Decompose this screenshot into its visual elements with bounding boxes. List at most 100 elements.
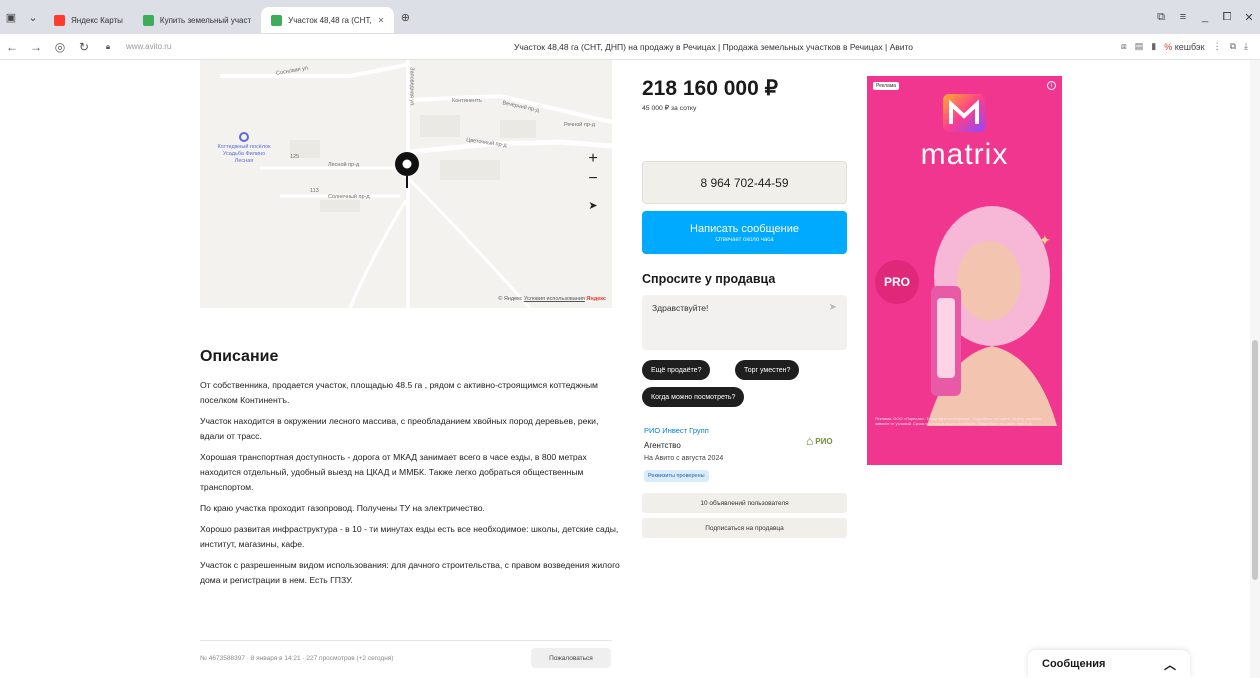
- back-icon[interactable]: ←: [0, 35, 24, 59]
- cashback-label: кешбэк: [1174, 41, 1205, 52]
- tab-label: Участок 48,48 га (СНТ,: [288, 15, 372, 25]
- tab-yandex-maps[interactable]: Яндекс Карты: [44, 7, 133, 33]
- lock-icon: 🔒︎: [105, 41, 111, 51]
- tab-label: Купить земельный участ: [159, 15, 252, 25]
- pro-badge: PRO: [875, 260, 919, 304]
- menu-icon[interactable]: ≡: [1172, 7, 1194, 27]
- map-attribution: © Яндекс Условия использования Яндекс: [498, 296, 606, 302]
- extension-icon[interactable]: ⧈: [1121, 41, 1127, 52]
- forward-icon[interactable]: →: [24, 35, 48, 59]
- write-message-button[interactable]: Написать сообщение Отвечает около часа: [642, 211, 847, 254]
- response-time-label: Отвечает около часа: [715, 236, 774, 243]
- description-paragraph: Хорошо развитая инфраструктура - в 10 - …: [200, 524, 619, 549]
- avito-favicon-icon: [142, 14, 154, 26]
- info-icon[interactable]: i: [1047, 81, 1056, 90]
- tab-buy-land[interactable]: Купить земельный участ: [133, 7, 261, 33]
- quick-question-chip[interactable]: Когда можно посмотреть?: [642, 387, 745, 407]
- ad-brand-text: matrix: [920, 138, 1009, 171]
- seller-name-link[interactable]: РИО Инвест Групп: [644, 426, 709, 435]
- ad-model-illustration: [927, 206, 1057, 426]
- tab-current-listing[interactable]: Участок 48,48 га (СНТ, ✕: [261, 7, 395, 33]
- zoom-in-button[interactable]: +: [582, 148, 604, 170]
- listing-meta: № 4673588397 · 8 января в 14:21 · 227 пр…: [200, 655, 394, 662]
- map-poi-icon: [239, 132, 249, 142]
- description-paragraph: Участок находится в окружении лесного ма…: [200, 416, 599, 441]
- browser-tabbar: ▣ ⌄ Яндекс Карты Купить земельный участ …: [0, 0, 1260, 34]
- quick-question-chip[interactable]: Торг уместен?: [735, 360, 800, 380]
- seller-ads-button[interactable]: 10 объявлений пользователя: [642, 493, 847, 513]
- map-house-number: 125: [290, 154, 300, 160]
- zoom-out-button[interactable]: −: [582, 168, 604, 190]
- ad-legal-text: Реклама. ООО «Лореаль». Товар зарегистри…: [875, 416, 1041, 426]
- tabs-dropdown-icon[interactable]: ⌄: [22, 7, 44, 27]
- map-terms-link[interactable]: Условия использования: [524, 296, 585, 302]
- page-content: Сосновая ул. Заповедная ул. Континентъ В…: [0, 60, 1260, 678]
- house-logo-icon: ⌂: [806, 434, 814, 448]
- quick-question-chip[interactable]: Ещё продаёте?: [642, 360, 711, 380]
- reload-icon[interactable]: ↻: [72, 35, 96, 59]
- complain-button[interactable]: Пожаловаться: [531, 648, 611, 668]
- scrollbar-thumb[interactable]: [1252, 340, 1258, 580]
- divider: [200, 640, 612, 641]
- price-per-unit: 45 000 ₽ за сотку: [642, 105, 697, 112]
- seller-type: Агентство: [644, 441, 681, 450]
- phone-button[interactable]: 8 964 702-44-59: [642, 161, 847, 204]
- messages-widget[interactable]: Сообщения ︿: [1028, 650, 1190, 678]
- map-street-label: Речной пр-д: [564, 122, 595, 128]
- bookmarks-icon[interactable]: ⧉: [1150, 7, 1172, 27]
- send-icon[interactable]: ➤: [829, 302, 837, 313]
- protect-icon[interactable]: ◎: [48, 35, 72, 59]
- download-icon[interactable]: ⤓: [1244, 41, 1248, 52]
- seller-logo-text: РИО: [815, 436, 833, 446]
- seller-since: На Авито с августа 2024: [644, 455, 724, 462]
- description-heading: Описание: [200, 348, 279, 365]
- restore-icon[interactable]: ⧠: [1216, 7, 1238, 27]
- subscribe-seller-button[interactable]: Подписаться на продавца: [642, 518, 847, 538]
- messages-label: Сообщения: [1042, 658, 1106, 670]
- map-house-number: 113: [310, 188, 319, 194]
- description-paragraph: Хорошая транспортная доступность - дорог…: [200, 452, 587, 492]
- ad-label: Реклама: [873, 82, 900, 90]
- map-attribution-prefix: © Яндекс: [498, 296, 523, 302]
- url-field[interactable]: www.avito.ru: [126, 42, 306, 51]
- chevron-up-icon[interactable]: ︿: [1164, 656, 1176, 673]
- reader-icon[interactable]: ▤: [1135, 41, 1144, 52]
- verified-badge: Реквизиты проверены: [644, 470, 709, 482]
- map-street-label: Континентъ: [452, 98, 482, 104]
- collections-icon[interactable]: ⧉: [1230, 41, 1236, 52]
- avito-favicon-icon: [271, 14, 283, 26]
- tab-close-icon[interactable]: ✕: [378, 16, 385, 25]
- tab-label: Яндекс Карты: [71, 15, 123, 25]
- ask-seller-heading: Спросите у продавца: [642, 272, 776, 286]
- cashback-button[interactable]: % кешбэк: [1164, 42, 1204, 52]
- sparkle-icon: ✦: [1039, 232, 1051, 248]
- new-tab-icon[interactable]: ⊕: [394, 7, 416, 27]
- map-street-label: Лесной пр-д: [328, 162, 360, 168]
- address-bar: ← → ◎ ↻ 🔒︎ www.avito.ru Участок 48,48 га…: [0, 34, 1260, 60]
- ask-seller-text: Здравствуйте!: [652, 303, 709, 313]
- ad-banner[interactable]: Реклама i matrix PRO ✦ Реклама. ООО «Лор…: [867, 76, 1062, 465]
- ask-seller-input[interactable]: Здравствуйте! ➤: [642, 295, 847, 350]
- price: 218 160 000 ₽: [642, 77, 778, 100]
- minimize-icon[interactable]: _: [1194, 7, 1216, 27]
- page-scrollbar[interactable]: [1250, 60, 1260, 678]
- map-poi-label: Коттеджный посёлок Усадьба Филино Лесная: [217, 144, 271, 164]
- browser-menu-icon[interactable]: ▣: [0, 7, 22, 27]
- map-street-label: Заповедная ул.: [408, 67, 415, 107]
- page-title-text: Участок 48,48 га (СНТ, ДНП) на продажу в…: [513, 41, 914, 52]
- map-street-label: Солнечный пр-д: [328, 194, 370, 200]
- description-paragraph: По краю участка проходит газопровод. Пол…: [200, 503, 485, 513]
- geolocation-icon[interactable]: ➤: [582, 194, 604, 216]
- close-window-icon[interactable]: ✕: [1238, 7, 1260, 27]
- more-icon[interactable]: ⋮: [1213, 41, 1222, 52]
- description-paragraph: От собственника, продается участок, площ…: [200, 380, 598, 405]
- seller-logo[interactable]: ⌂ РИО: [806, 432, 846, 450]
- description-paragraph: Участок с разрешенным видом использовани…: [200, 560, 620, 585]
- matrix-logo-icon: [943, 94, 985, 132]
- location-map[interactable]: Сосновая ул. Заповедная ул. Континентъ В…: [200, 60, 612, 308]
- description-text: От собственника, продается участок, площ…: [200, 378, 620, 594]
- bookmark-icon[interactable]: ▮: [1151, 41, 1156, 52]
- location-pin-icon: [395, 152, 419, 188]
- yandex-maps-favicon-icon: [54, 14, 65, 26]
- map-brand: Яндекс: [586, 296, 606, 302]
